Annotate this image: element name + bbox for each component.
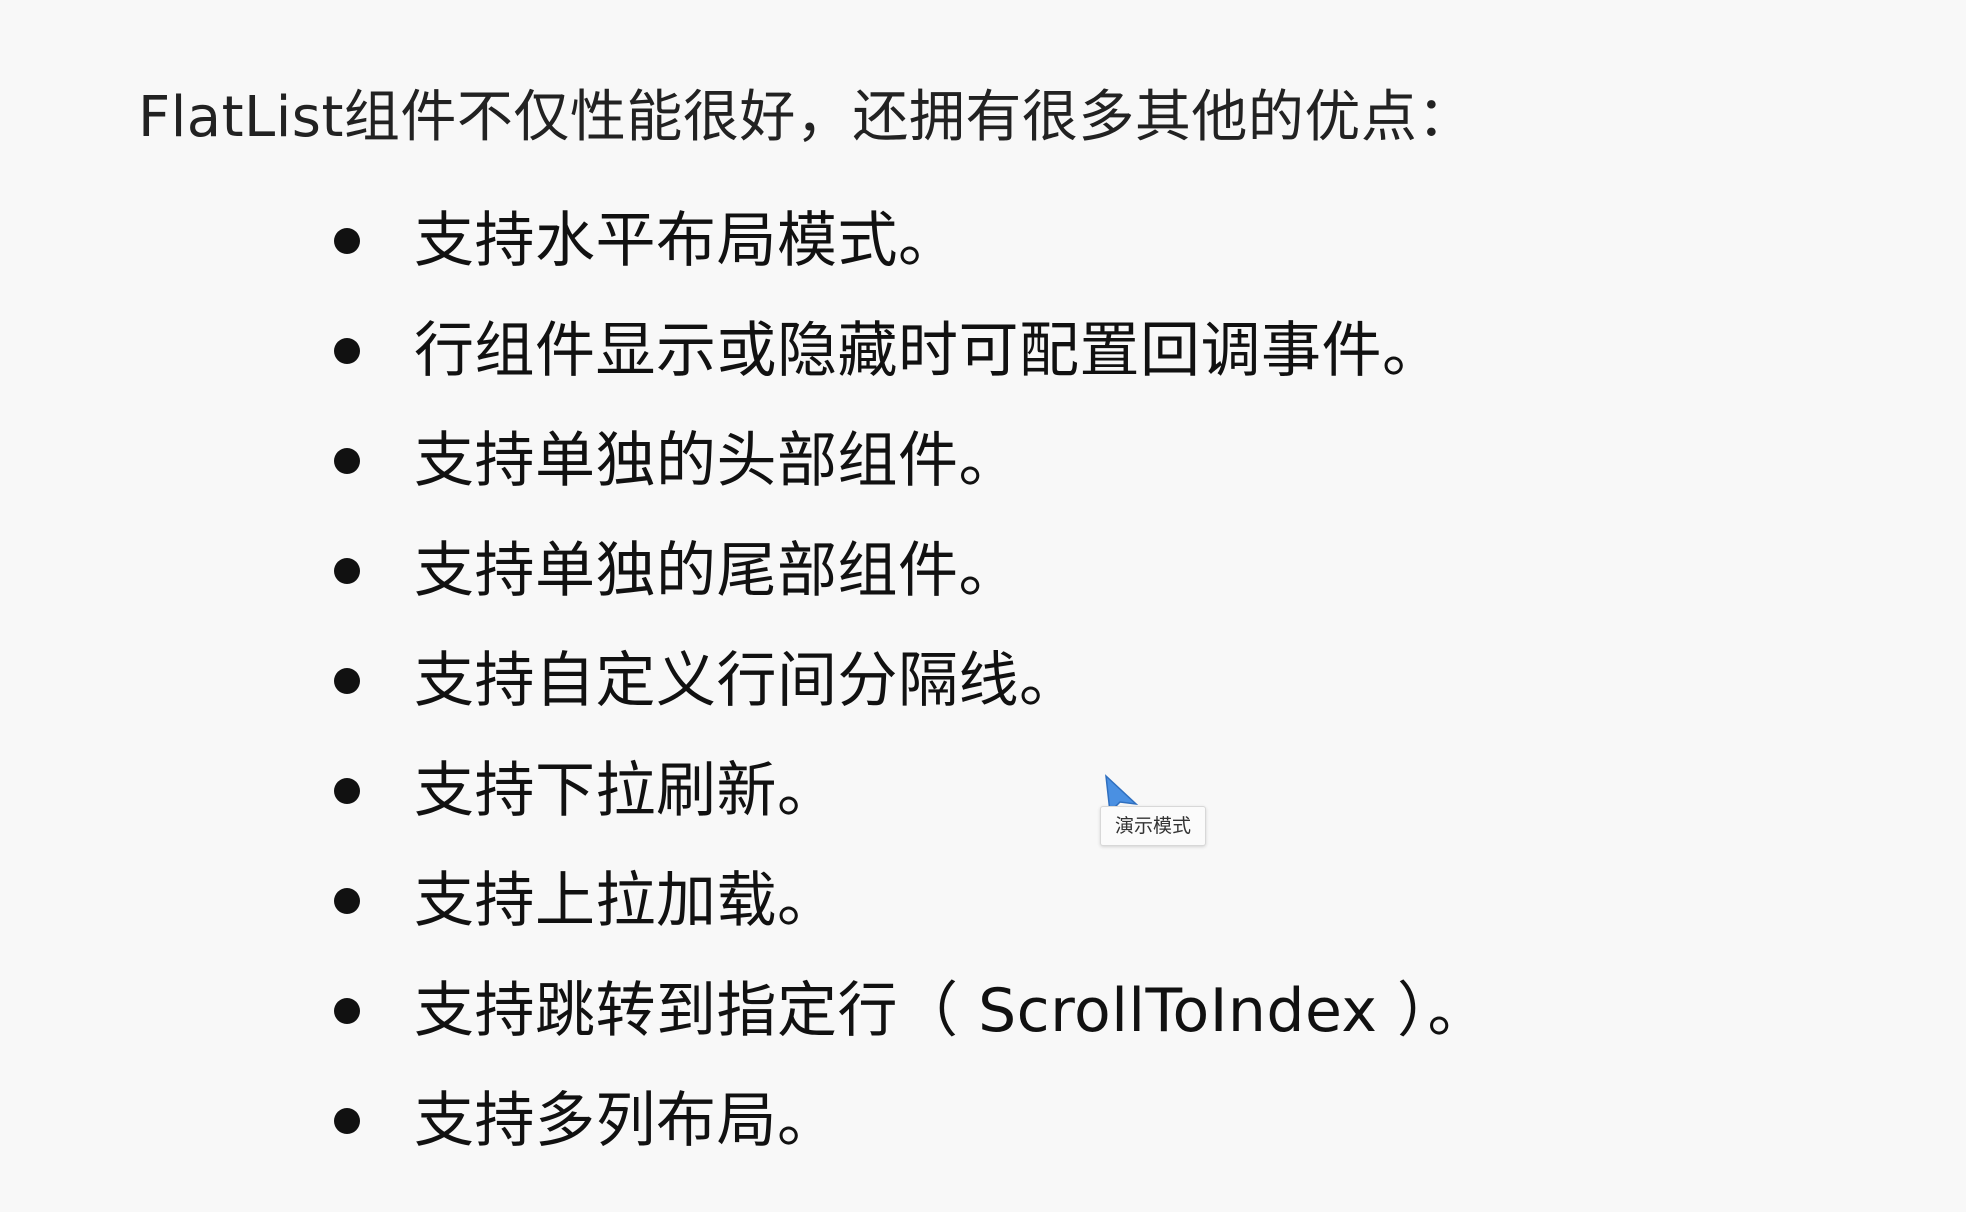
list-item: 支持多列布局。 bbox=[334, 1066, 1488, 1176]
list-item-text: 支持单独的尾部组件。 bbox=[414, 536, 1019, 606]
list-item-text: 行组件显示或隐藏时可配置回调事件。 bbox=[414, 316, 1443, 386]
list-item-text: 支持单独的头部组件。 bbox=[414, 426, 1019, 496]
bullet-dot-icon bbox=[334, 1108, 360, 1134]
bullet-dot-icon bbox=[334, 888, 360, 914]
list-item: 支持单独的头部组件。 bbox=[334, 406, 1488, 516]
bullet-dot-icon bbox=[334, 228, 360, 254]
slide: FlatList组件不仅性能很好，还拥有很多其他的优点： 支持水平布局模式。 行… bbox=[0, 0, 1966, 1212]
list-item: 支持水平布局模式。 bbox=[334, 186, 1488, 296]
bullet-dot-icon bbox=[334, 448, 360, 474]
list-item-text: 支持跳转到指定行（ ScrollToIndex ）。 bbox=[414, 976, 1488, 1046]
list-item: 支持自定义行间分隔线。 bbox=[334, 626, 1488, 736]
list-item-text: 支持下拉刷新。 bbox=[414, 756, 838, 826]
list-item: 支持单独的尾部组件。 bbox=[334, 516, 1488, 626]
list-item-text: 支持水平布局模式。 bbox=[414, 206, 959, 276]
presentation-mode-tooltip: 演示模式 bbox=[1100, 806, 1207, 846]
bullet-dot-icon bbox=[334, 668, 360, 694]
list-item: 支持跳转到指定行（ ScrollToIndex ）。 bbox=[334, 956, 1488, 1066]
bullet-dot-icon bbox=[334, 558, 360, 584]
list-item: 行组件显示或隐藏时可配置回调事件。 bbox=[334, 296, 1488, 406]
list-item: 支持上拉加载。 bbox=[334, 846, 1488, 956]
feature-list: 支持水平布局模式。 行组件显示或隐藏时可配置回调事件。 支持单独的头部组件。 支… bbox=[334, 186, 1488, 1176]
bullet-dot-icon bbox=[334, 998, 360, 1024]
list-item: 支持下拉刷新。 bbox=[334, 736, 1488, 846]
slide-heading: FlatList组件不仅性能很好，还拥有很多其他的优点： bbox=[138, 85, 1474, 150]
bullet-dot-icon bbox=[334, 338, 360, 364]
bullet-dot-icon bbox=[334, 778, 360, 804]
list-item-text: 支持自定义行间分隔线。 bbox=[414, 646, 1080, 716]
list-item-text: 支持多列布局。 bbox=[414, 1086, 838, 1156]
list-item-text: 支持上拉加载。 bbox=[414, 866, 838, 936]
